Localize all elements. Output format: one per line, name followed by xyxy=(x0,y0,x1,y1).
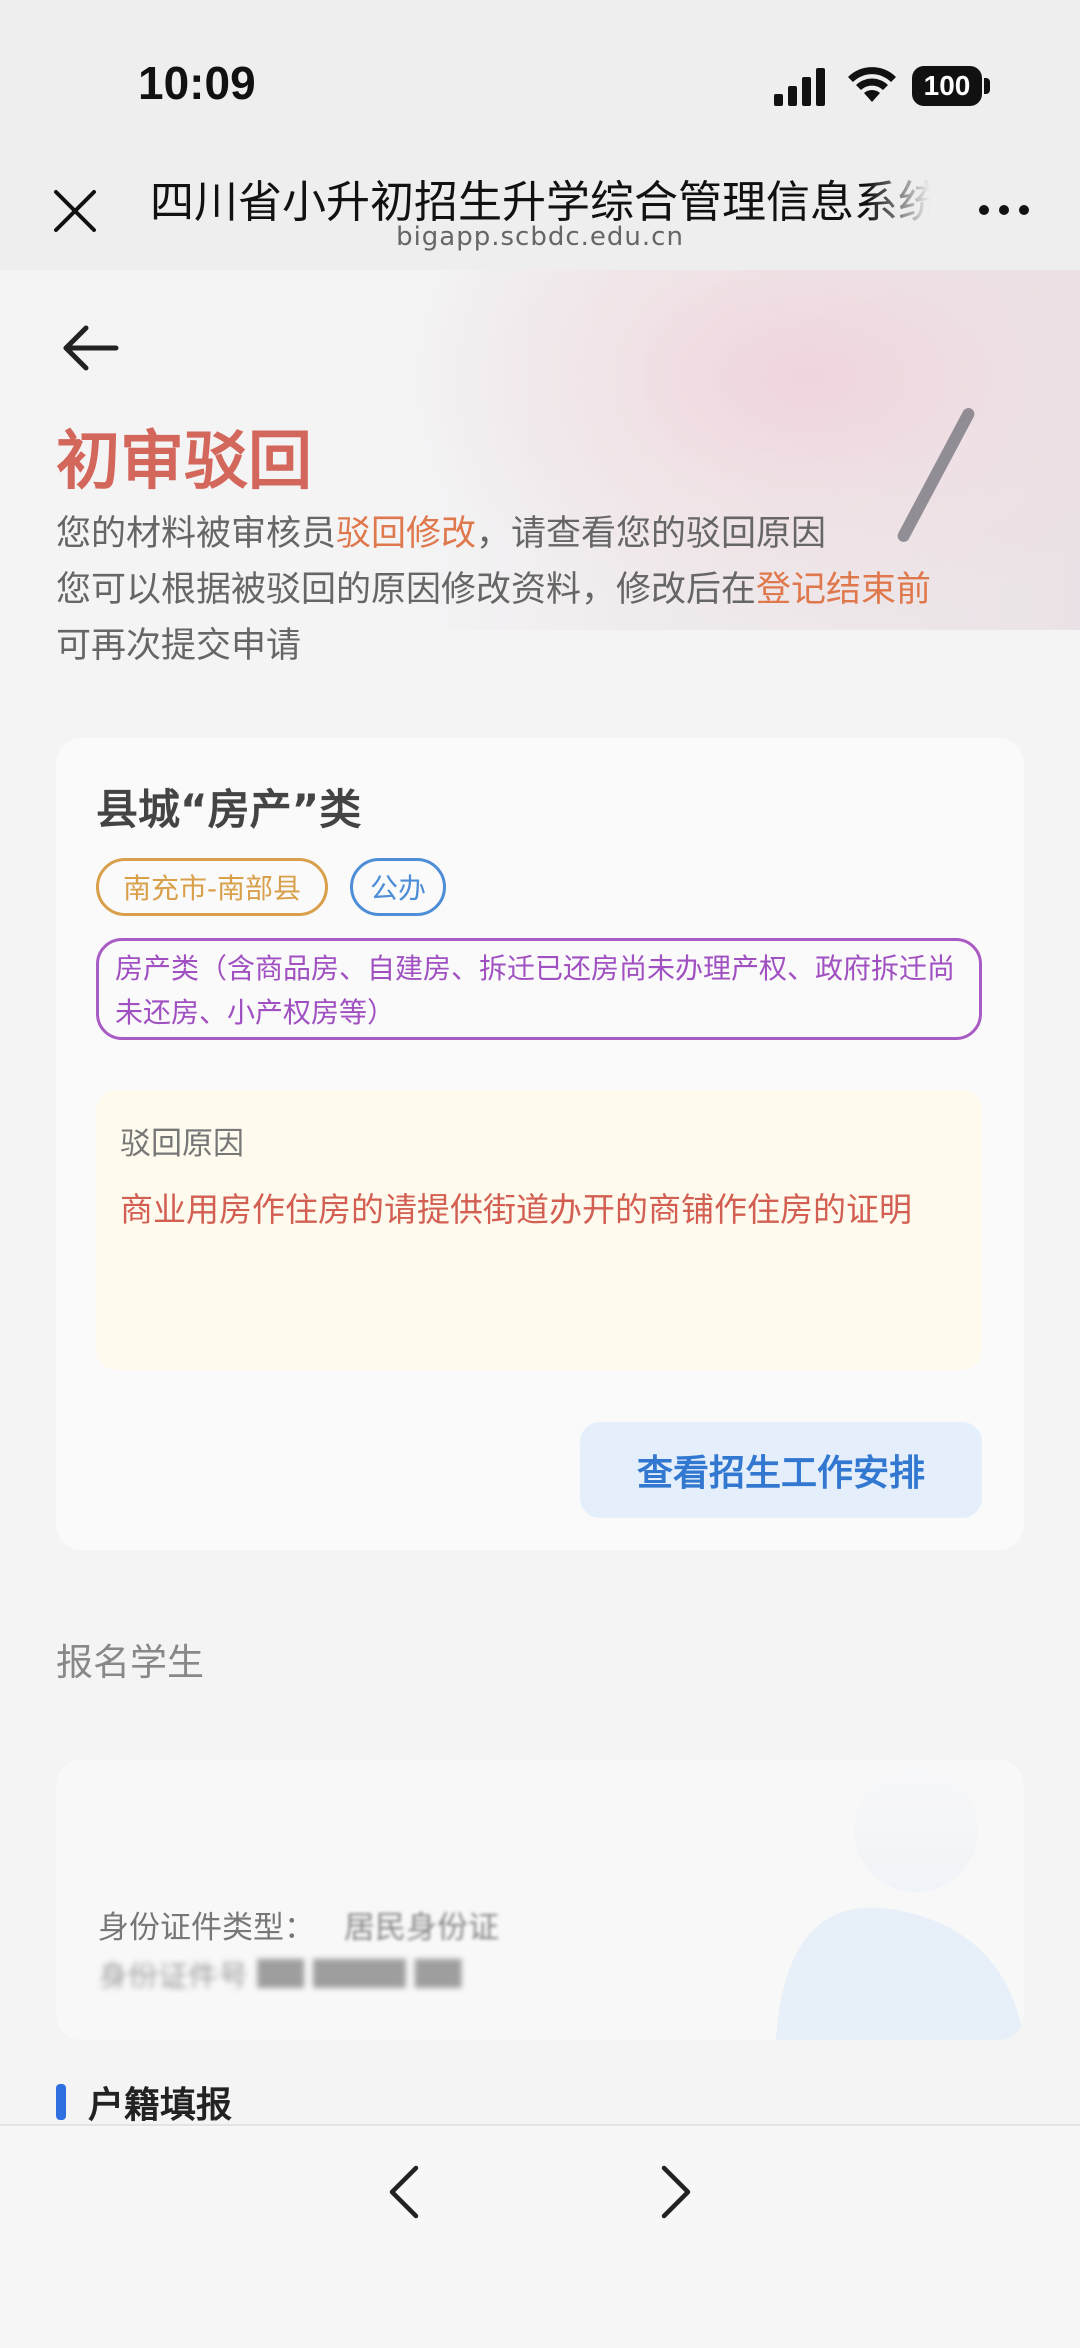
view-schedule-button[interactable]: 查看招生工作安排 xyxy=(580,1422,982,1518)
student-section-label: 报名学生 xyxy=(56,1641,204,1684)
household-section-title: 户籍填报 xyxy=(88,2085,233,2126)
page-url: bigapp.scbdc.edu.cn xyxy=(396,222,684,252)
rejection-reason-box: 驳回原因 商业用房作住房的请提供街道办开的商铺作住房的证明 xyxy=(96,1090,982,1370)
bottom-toolbar xyxy=(0,2124,1080,2348)
more-icon[interactable] xyxy=(976,200,1032,220)
desc-line-1: 您的材料被审核员驳回修改，请查看您的驳回原因 xyxy=(56,506,1056,562)
section-accent-bar xyxy=(56,2084,66,2120)
id-number-redacted: 身份证件号 ██ ████ ██ xyxy=(98,1960,462,1988)
desc-line-2: 您可以根据被驳回的原因修改资料，修改后在登记结束前 xyxy=(56,562,1056,618)
id-type-value: 居民身份证 xyxy=(344,1910,499,1946)
signal-icon xyxy=(774,68,825,106)
wifi-icon xyxy=(848,67,896,102)
rejection-reason-text: 商业用房作住房的请提供街道办开的商铺作住房的证明 xyxy=(120,1190,912,1229)
category-title: 县城“房产”类 xyxy=(96,785,362,834)
student-card[interactable]: 身份证件类型： 居民身份证 身份证件号 ██ ████ ██ xyxy=(56,1760,1024,2040)
student-card-blur xyxy=(56,1760,1024,1900)
desc-line-1-suffix: ，请查看您的驳回原因 xyxy=(476,514,827,554)
desc-highlight-reject: 驳回修改 xyxy=(336,514,477,554)
category-tag: 房产类（含商品房、自建房、拆迁已还房尚未办理产权、政府拆迁尚未还房、小产权房等） xyxy=(96,938,982,1040)
school-type-tag: 公办 xyxy=(350,858,446,916)
region-tag: 南充市-南部县 xyxy=(96,858,328,916)
status-time: 10:09 xyxy=(138,57,256,109)
arrow-left-icon[interactable] xyxy=(60,320,120,376)
rejection-description: 您的材料被审核员驳回修改，请查看您的驳回原因 您可以根据被驳回的原因修改资料，修… xyxy=(56,506,1056,674)
id-type-label: 身份证件类型： xyxy=(98,1910,315,1946)
chevron-left-icon[interactable] xyxy=(380,2162,430,2222)
page-title: 初审驳回 xyxy=(56,425,312,499)
desc-line-3: 可再次提交申请 xyxy=(56,626,302,666)
battery-icon: 100 xyxy=(912,66,982,106)
chevron-right-icon[interactable] xyxy=(650,2162,700,2222)
desc-highlight-deadline: 登记结束前 xyxy=(756,570,932,610)
rejection-reason-label: 驳回原因 xyxy=(120,1126,244,1162)
application-card: 县城“房产”类 南充市-南部县 公办 房产类（含商品房、自建房、拆迁已还房尚未办… xyxy=(56,738,1024,1550)
desc-line-1-prefix: 您的材料被审核员 xyxy=(56,514,337,554)
battery-tip xyxy=(984,78,990,94)
page-window-title: 四川省小升初招生升学综合管理信息系统 xyxy=(150,177,930,228)
desc-line-2-prefix: 您可以根据被驳回的原因修改资料，修改后在 xyxy=(56,570,757,610)
